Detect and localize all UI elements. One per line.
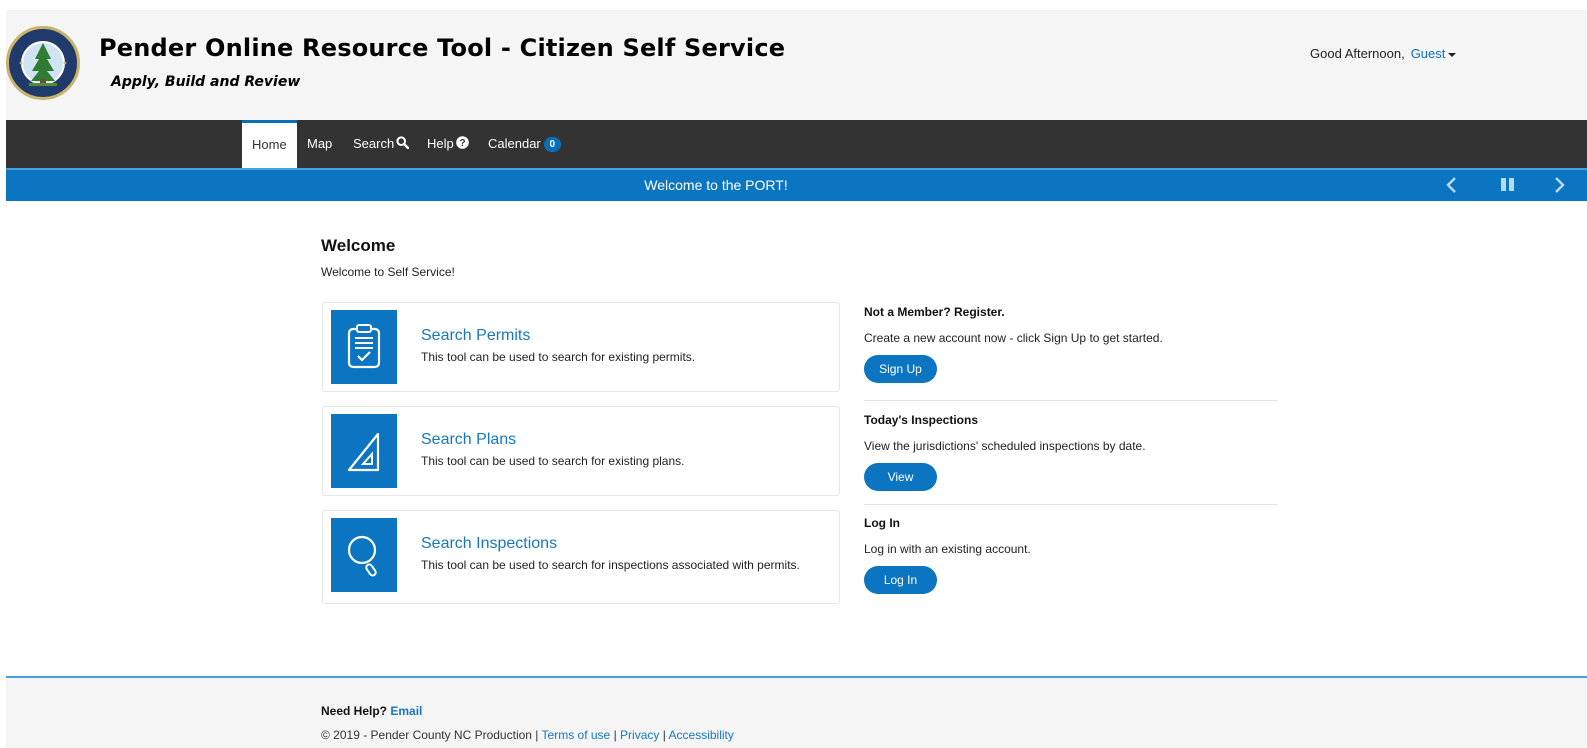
nav-home-label: Home	[252, 137, 287, 152]
triangle-ruler-icon	[347, 432, 380, 472]
nav-map-label: Map	[307, 136, 333, 151]
search-plans-card[interactable]: Search Plans This tool can be used to se…	[322, 406, 840, 496]
login-title: Log In	[864, 516, 900, 530]
welcome-heading: Welcome	[321, 236, 396, 255]
guest-user-menu[interactable]: Guest	[1411, 46, 1457, 61]
nav-map[interactable]: Map	[307, 120, 332, 168]
search-inspections-card[interactable]: Search Inspections This tool can be used…	[322, 510, 840, 604]
card-icon-box	[331, 414, 397, 488]
banner-message: Welcome to the PORT!	[644, 177, 788, 193]
chevron-left-icon[interactable]	[1442, 174, 1462, 196]
caret-down-icon	[1448, 52, 1457, 57]
section-divider	[864, 504, 1278, 505]
section-divider	[864, 400, 1278, 401]
separator: |	[613, 728, 617, 742]
separator: |	[662, 728, 666, 742]
inspections-text: View the jurisdictions' scheduled inspec…	[864, 439, 1146, 453]
guest-label: Guest	[1410, 46, 1446, 61]
greeting-text: Good Afternoon,	[1310, 46, 1405, 61]
register-text: Create a new account now - click Sign Up…	[864, 331, 1163, 345]
nav-search-label: Search	[353, 136, 395, 151]
login-text: Log in with an existing account.	[864, 542, 1031, 556]
site-header: Pender Online Resource Tool - Citizen Se…	[6, 10, 1587, 120]
help-circle-icon: ?	[455, 121, 469, 169]
register-title: Not a Member? Register.	[864, 305, 1005, 319]
main-navigation: Home Map Search Help? Calendar 0	[6, 120, 1587, 168]
inspections-title: Today's Inspections	[864, 413, 978, 427]
nav-help-label: Help	[427, 136, 454, 151]
site-footer: Need Help? Email © 2019 - Pender County …	[6, 678, 1587, 748]
log-in-button[interactable]: Log In	[864, 566, 937, 594]
todays-inspections-section: Today's Inspections View the jurisdictio…	[864, 413, 1278, 491]
login-section: Log In Log in with an existing account. …	[864, 516, 1278, 594]
search-icon	[396, 121, 410, 169]
svg-text:?: ?	[459, 138, 465, 149]
card-title[interactable]: Search Inspections	[421, 535, 557, 553]
nav-calendar-label: Calendar	[488, 136, 541, 151]
accessibility-link[interactable]: Accessibility	[669, 728, 734, 742]
card-icon-box	[331, 310, 397, 384]
card-icon-box	[331, 518, 397, 592]
card-description: This tool can be used to search for insp…	[421, 558, 800, 572]
welcome-intro: Welcome to Self Service!	[321, 265, 455, 279]
chevron-right-icon[interactable]	[1549, 174, 1569, 196]
privacy-link[interactable]: Privacy	[620, 728, 659, 742]
card-title[interactable]: Search Plans	[421, 431, 516, 449]
view-button[interactable]: View	[864, 463, 937, 491]
card-description: This tool can be used to search for exis…	[421, 454, 685, 468]
terms-link[interactable]: Terms of use	[542, 728, 611, 742]
pause-icon[interactable]	[1498, 174, 1518, 196]
search-permits-card[interactable]: Search Permits This tool can be used to …	[322, 302, 840, 392]
nav-calendar[interactable]: Calendar 0	[488, 120, 561, 168]
announcement-banner: Welcome to the PORT!	[6, 168, 1587, 201]
need-help-label: Need Help?	[321, 704, 388, 718]
nav-help[interactable]: Help?	[427, 120, 469, 168]
nav-search[interactable]: Search	[353, 120, 410, 169]
magnifier-icon	[347, 535, 377, 577]
sign-up-button[interactable]: Sign Up	[864, 355, 937, 383]
need-help: Need Help? Email	[321, 704, 422, 718]
site-subtitle: Apply, Build and Review	[111, 74, 301, 90]
email-link[interactable]: Email	[390, 704, 422, 718]
copyright: © 2019 - Pender County NC Production | T…	[321, 728, 734, 742]
card-description: This tool can be used to search for exis…	[421, 350, 696, 364]
card-title[interactable]: Search Permits	[421, 327, 530, 345]
clipboard-check-icon	[347, 324, 381, 369]
county-seal-logo[interactable]	[6, 26, 80, 100]
calendar-count-badge: 0	[543, 137, 561, 153]
register-section: Not a Member? Register. Create a new acc…	[864, 305, 1278, 383]
nav-home[interactable]: Home	[242, 120, 297, 168]
user-greeting: Good Afternoon, Guest	[1310, 46, 1457, 61]
copyright-text: © 2019 - Pender County NC Production |	[321, 728, 539, 742]
site-title: Pender Online Resource Tool - Citizen Se…	[99, 34, 786, 62]
